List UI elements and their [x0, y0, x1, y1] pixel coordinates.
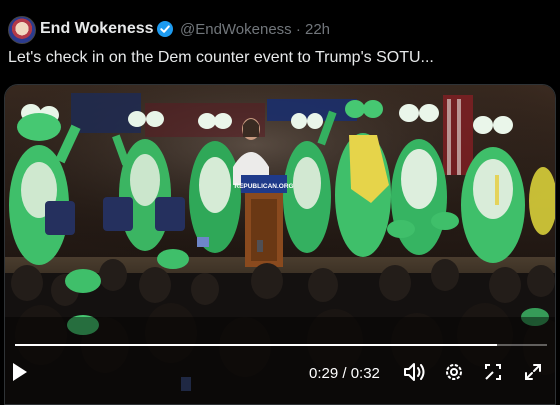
video-player[interactable]: REPUBLICAN.ORG 0:29 / 0:32: [4, 84, 556, 405]
progress-fill: [15, 344, 497, 346]
author-name[interactable]: End Wokeness: [40, 20, 154, 38]
expand-icon[interactable]: [483, 362, 503, 387]
time-display: 0:29 / 0:32: [309, 365, 380, 382]
podium-sign: REPUBLICAN.ORG: [234, 183, 293, 190]
volume-icon[interactable]: [403, 362, 427, 387]
fullscreen-icon[interactable]: [523, 362, 543, 387]
avatar[interactable]: [8, 16, 36, 44]
video-controls: 0:29 / 0:32: [5, 353, 555, 395]
author-handle-and-time[interactable]: @EndWokeness · 22h: [180, 21, 330, 38]
tweet-text: Let's check in on the Dem counter event …: [8, 49, 434, 66]
verified-badge-icon: [157, 21, 173, 37]
play-icon[interactable]: [11, 362, 29, 387]
tweet-header: End Wokeness @EndWokeness · 22h Let's ch…: [0, 0, 560, 80]
progress-bar[interactable]: [15, 344, 547, 346]
gear-icon[interactable]: [443, 361, 465, 388]
